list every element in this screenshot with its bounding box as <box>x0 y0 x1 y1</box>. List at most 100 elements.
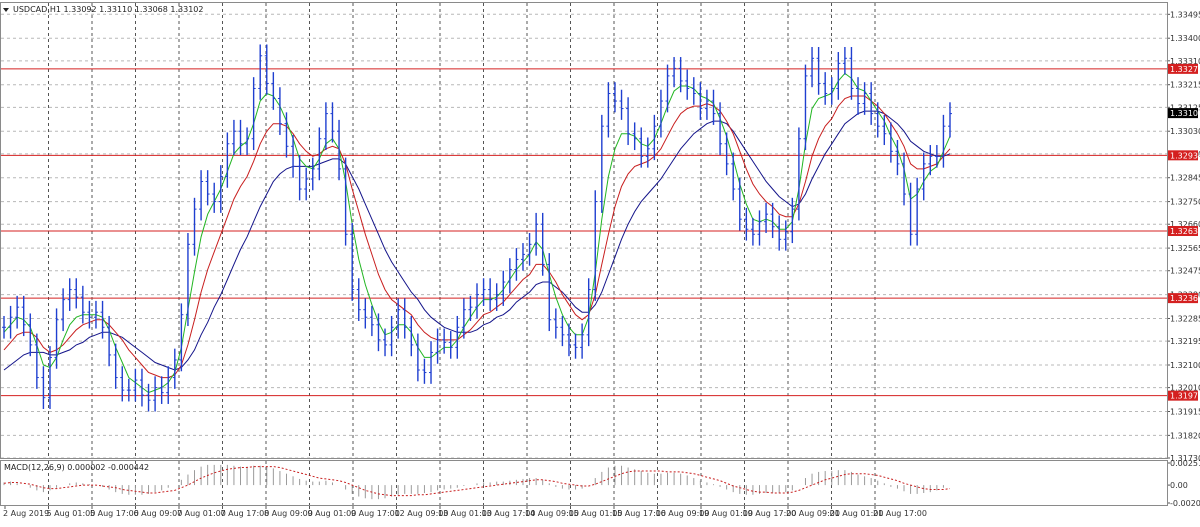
price-bar <box>166 366 171 404</box>
price-bar <box>573 333 578 359</box>
price-bar <box>80 285 85 324</box>
price-tick-label: 1.32845 <box>1170 174 1200 183</box>
horizontal-levels <box>1 68 1167 397</box>
price-bar <box>330 102 335 143</box>
price-bar <box>271 72 276 110</box>
price-bar <box>606 82 611 138</box>
price-bar <box>277 87 282 135</box>
price-bar <box>120 366 125 402</box>
price-bar <box>915 177 920 246</box>
price-bar <box>185 233 190 327</box>
price-bar <box>560 315 565 347</box>
macd-tick-label: 0.00 <box>1170 481 1188 490</box>
price-tick-label: 1.32750 <box>1170 198 1200 207</box>
price-bar <box>921 152 926 201</box>
price-bar <box>862 82 867 115</box>
level-price-label: 1.32934 <box>1170 151 1200 160</box>
main-grid <box>1 3 1167 459</box>
price-bar <box>422 358 427 384</box>
price-bar <box>435 328 440 364</box>
price-bar <box>507 258 512 294</box>
macd-tick-label: 0.002513 <box>1170 459 1200 468</box>
time-label: 9 Aug 17:00 <box>351 509 400 518</box>
price-bar <box>258 44 263 100</box>
price-bar <box>21 295 26 337</box>
price-bar <box>448 331 453 359</box>
time-label: 7 Aug 01:00 <box>177 509 226 518</box>
price-bar <box>284 112 289 158</box>
price-bar <box>126 378 131 402</box>
level-price-label: 1.31978 <box>1170 392 1200 401</box>
price-bar <box>553 308 558 339</box>
price-bar <box>764 202 769 234</box>
level-price-label: 1.33278 <box>1170 65 1200 74</box>
price-series <box>2 44 952 412</box>
price-bar <box>74 278 79 309</box>
macd-grid <box>48 461 876 505</box>
price-bar <box>665 64 670 113</box>
price-bar <box>658 89 663 138</box>
price-bar <box>369 305 374 337</box>
chart-window[interactable]: 1.33495 1.33400 1.33310 1.33215 1.33125 1.330… <box>0 0 1200 523</box>
price-bar <box>757 210 762 246</box>
price-bar <box>304 167 309 201</box>
price-bar <box>652 114 657 161</box>
price-bar <box>810 46 815 88</box>
price-bar <box>547 253 552 332</box>
price-bar <box>350 222 355 301</box>
price-bar <box>619 89 624 120</box>
price-bar <box>8 305 13 339</box>
price-bar <box>153 376 158 412</box>
price-bar <box>337 119 342 181</box>
macd-panel-frame <box>0 460 1168 506</box>
ma-slow-line <box>3 110 951 371</box>
main-panel-frame <box>0 2 1168 459</box>
price-bar <box>790 197 795 244</box>
price-bar <box>205 170 210 206</box>
price-tick-label: 1.32100 <box>1170 361 1200 370</box>
ohlc-header: USDCAD,H1 1.33092 1.33110 1.33068 1.3310… <box>13 5 203 14</box>
price-chart[interactable]: 1.334951.334001.333101.332151.331251.330… <box>0 0 1200 523</box>
time-axis: 2 Aug 20195 Aug 01:005 Aug 17:006 Aug 09… <box>3 505 927 518</box>
price-bar <box>816 46 821 95</box>
price-tick-label: 1.31820 <box>1170 431 1200 440</box>
price-bar <box>902 152 907 206</box>
time-label: 5 Aug 17:00 <box>90 509 139 518</box>
time-label: 2 Aug 2019 <box>3 509 49 518</box>
price-bar <box>527 233 532 266</box>
price-tick-label: 1.33030 <box>1170 127 1200 136</box>
price-bar <box>750 217 755 246</box>
price-bar <box>888 122 893 163</box>
price-bar <box>225 132 230 188</box>
level-price-label: 1.32366 <box>1170 294 1200 303</box>
moving-averages <box>3 72 951 394</box>
price-bar <box>698 82 703 120</box>
macd-axis: 0.002513 0.00 -0.002036 <box>1167 459 1200 508</box>
price-tick-label: 1.33215 <box>1170 81 1200 90</box>
price-bar <box>737 177 742 231</box>
time-label: 9 Aug 01:00 <box>308 509 357 518</box>
price-bar <box>632 122 637 151</box>
price-bar <box>626 97 631 146</box>
price-bar <box>823 72 828 105</box>
price-bar <box>520 243 525 271</box>
price-bar <box>783 220 788 251</box>
price-bar <box>28 313 33 357</box>
price-bar <box>264 44 269 95</box>
symbol-dropdown-icon[interactable] <box>3 8 9 12</box>
time-label: 7 Aug 17:00 <box>221 509 270 518</box>
price-tick-label: 1.33400 <box>1170 34 1200 43</box>
time-label: 5 Aug 01:00 <box>47 509 96 518</box>
price-tick-label: 1.31915 <box>1170 407 1200 416</box>
price-bar <box>231 119 236 156</box>
time-label: 21 Aug 17:00 <box>873 509 927 518</box>
price-bar <box>159 376 164 404</box>
price-tick-label: 1.33495 <box>1170 10 1200 19</box>
price-bar <box>941 114 946 168</box>
price-bar <box>475 283 479 319</box>
price-tick-label: 1.32475 <box>1170 267 1200 276</box>
time-label: 6 Aug 09:00 <box>134 509 183 518</box>
price-bar <box>2 315 6 339</box>
price-bar <box>639 127 644 168</box>
price-bar <box>849 46 854 100</box>
